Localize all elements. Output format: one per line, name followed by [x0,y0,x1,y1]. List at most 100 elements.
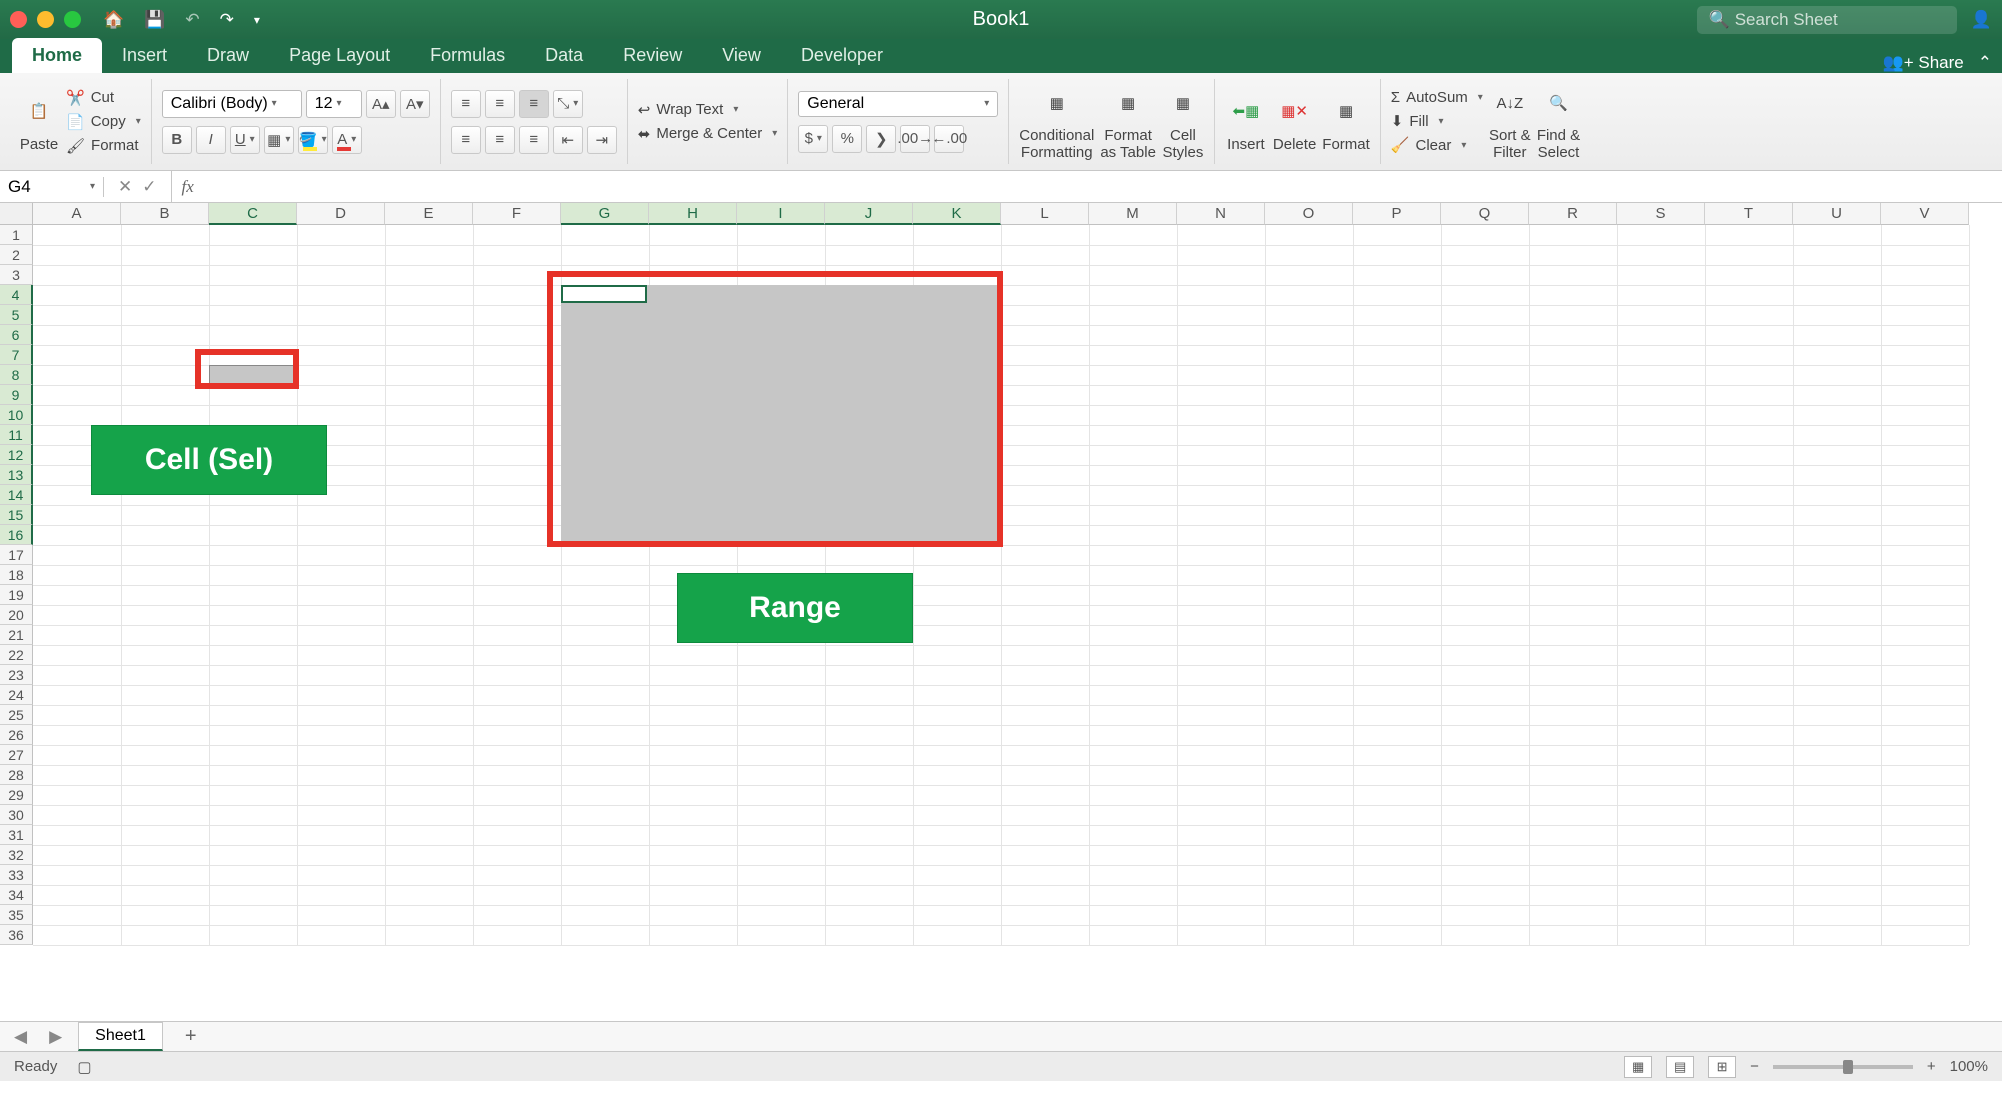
border-button[interactable]: ▦▾ [264,126,294,154]
normal-view-button[interactable]: ▦ [1624,1056,1652,1078]
cancel-formula-icon[interactable]: ✕ [118,177,132,197]
page-layout-view-button[interactable]: ▤ [1666,1056,1694,1078]
font-color-button[interactable]: A▾ [332,126,362,154]
row-header-33[interactable]: 33 [0,865,33,885]
align-bottom-button[interactable]: ≡ [519,90,549,118]
fill-button[interactable]: ⬇ Fill ▾ [1391,112,1483,130]
zoom-slider[interactable] [1773,1065,1913,1069]
row-header-3[interactable]: 3 [0,265,33,285]
copy-button[interactable]: 📄 Copy ▾ [66,113,141,131]
decrease-decimal-button[interactable]: ←.00 [934,125,964,153]
row-header-14[interactable]: 14 [0,485,33,505]
column-header-T[interactable]: T [1705,203,1793,225]
tab-home[interactable]: Home [12,38,102,73]
column-header-P[interactable]: P [1353,203,1441,225]
tab-developer[interactable]: Developer [781,38,903,73]
clear-button[interactable]: 🧹 Clear ▾ [1391,136,1483,154]
add-sheet-button[interactable]: + [173,1021,209,1052]
column-header-O[interactable]: O [1265,203,1353,225]
orientation-button[interactable]: ⤡▾ [553,90,583,118]
cell-styles-button[interactable]: ▦Cell Styles [1162,82,1204,161]
tab-review[interactable]: Review [603,38,702,73]
undo-icon[interactable]: ↶ [185,10,199,30]
format-cells-button[interactable]: ▦Format [1322,90,1370,153]
fx-icon[interactable]: fx [172,177,194,197]
row-header-15[interactable]: 15 [0,505,33,525]
column-header-V[interactable]: V [1881,203,1969,225]
comma-button[interactable]: ❯ [866,125,896,153]
row-header-2[interactable]: 2 [0,245,33,265]
column-header-E[interactable]: E [385,203,473,225]
row-header-8[interactable]: 8 [0,365,33,385]
column-header-L[interactable]: L [1001,203,1089,225]
italic-button[interactable]: I [196,126,226,154]
zoom-window-button[interactable] [64,11,81,28]
delete-cells-button[interactable]: ▦✕Delete [1273,90,1316,153]
search-sheet-input[interactable]: 🔍 Search Sheet [1697,6,1957,34]
align-center-button[interactable]: ≡ [485,126,515,154]
column-header-S[interactable]: S [1617,203,1705,225]
enter-formula-icon[interactable]: ✓ [142,177,156,197]
row-header-34[interactable]: 34 [0,885,33,905]
row-header-17[interactable]: 17 [0,545,33,565]
sheet-nav-prev-icon[interactable]: ◀ [8,1027,33,1047]
column-header-A[interactable]: A [33,203,121,225]
row-header-1[interactable]: 1 [0,225,33,245]
zoom-out-button[interactable]: − [1750,1058,1759,1075]
paste-button[interactable]: 📋 Paste [18,90,60,153]
fill-color-button[interactable]: 🪣▾ [298,126,328,154]
percent-button[interactable]: % [832,125,862,153]
increase-font-button[interactable]: A▴ [366,90,396,118]
row-header-24[interactable]: 24 [0,685,33,705]
sheet-nav-next-icon[interactable]: ▶ [43,1027,68,1047]
align-middle-button[interactable]: ≡ [485,90,515,118]
row-header-13[interactable]: 13 [0,465,33,485]
number-format-combo[interactable]: General▾ [798,91,998,117]
row-header-31[interactable]: 31 [0,825,33,845]
column-header-U[interactable]: U [1793,203,1881,225]
font-size-combo[interactable]: 12▾ [306,90,362,118]
bold-button[interactable]: B [162,126,192,154]
row-header-16[interactable]: 16 [0,525,33,545]
name-box[interactable]: G4▾ [0,177,104,197]
column-header-H[interactable]: H [649,203,737,225]
row-header-29[interactable]: 29 [0,785,33,805]
tab-data[interactable]: Data [525,38,603,73]
underline-button[interactable]: U▾ [230,126,260,154]
column-header-F[interactable]: F [473,203,561,225]
find-select-button[interactable]: 🔍Find & Select [1537,82,1580,161]
row-header-7[interactable]: 7 [0,345,33,365]
column-header-N[interactable]: N [1177,203,1265,225]
column-header-K[interactable]: K [913,203,1001,225]
row-header-28[interactable]: 28 [0,765,33,785]
column-header-M[interactable]: M [1089,203,1177,225]
row-header-25[interactable]: 25 [0,705,33,725]
row-header-21[interactable]: 21 [0,625,33,645]
increase-indent-button[interactable]: ⇥ [587,126,617,154]
tab-page-layout[interactable]: Page Layout [269,38,410,73]
increase-decimal-button[interactable]: .00→ [900,125,930,153]
row-header-26[interactable]: 26 [0,725,33,745]
sheet-tab-1[interactable]: Sheet1 [78,1022,163,1051]
row-header-10[interactable]: 10 [0,405,33,425]
align-right-button[interactable]: ≡ [519,126,549,154]
row-header-6[interactable]: 6 [0,325,33,345]
format-painter-button[interactable]: 🖌 Format [66,137,141,155]
row-header-5[interactable]: 5 [0,305,33,325]
row-header-36[interactable]: 36 [0,925,33,945]
autosum-button[interactable]: Σ AutoSum ▾ [1391,89,1483,106]
row-header-32[interactable]: 32 [0,845,33,865]
row-header-9[interactable]: 9 [0,385,33,405]
column-header-C[interactable]: C [209,203,297,225]
home-icon[interactable]: 🏠 [103,10,124,30]
column-header-I[interactable]: I [737,203,825,225]
tab-view[interactable]: View [702,38,781,73]
format-as-table-button[interactable]: ▦Format as Table [1100,82,1156,161]
close-window-button[interactable] [10,11,27,28]
column-header-J[interactable]: J [825,203,913,225]
column-header-R[interactable]: R [1529,203,1617,225]
save-icon[interactable]: 💾 [144,10,165,30]
sort-filter-button[interactable]: A↓ZSort & Filter [1489,82,1531,161]
wrap-text-button[interactable]: ↩ Wrap Text ▾ [638,101,778,119]
decrease-indent-button[interactable]: ⇤ [553,126,583,154]
